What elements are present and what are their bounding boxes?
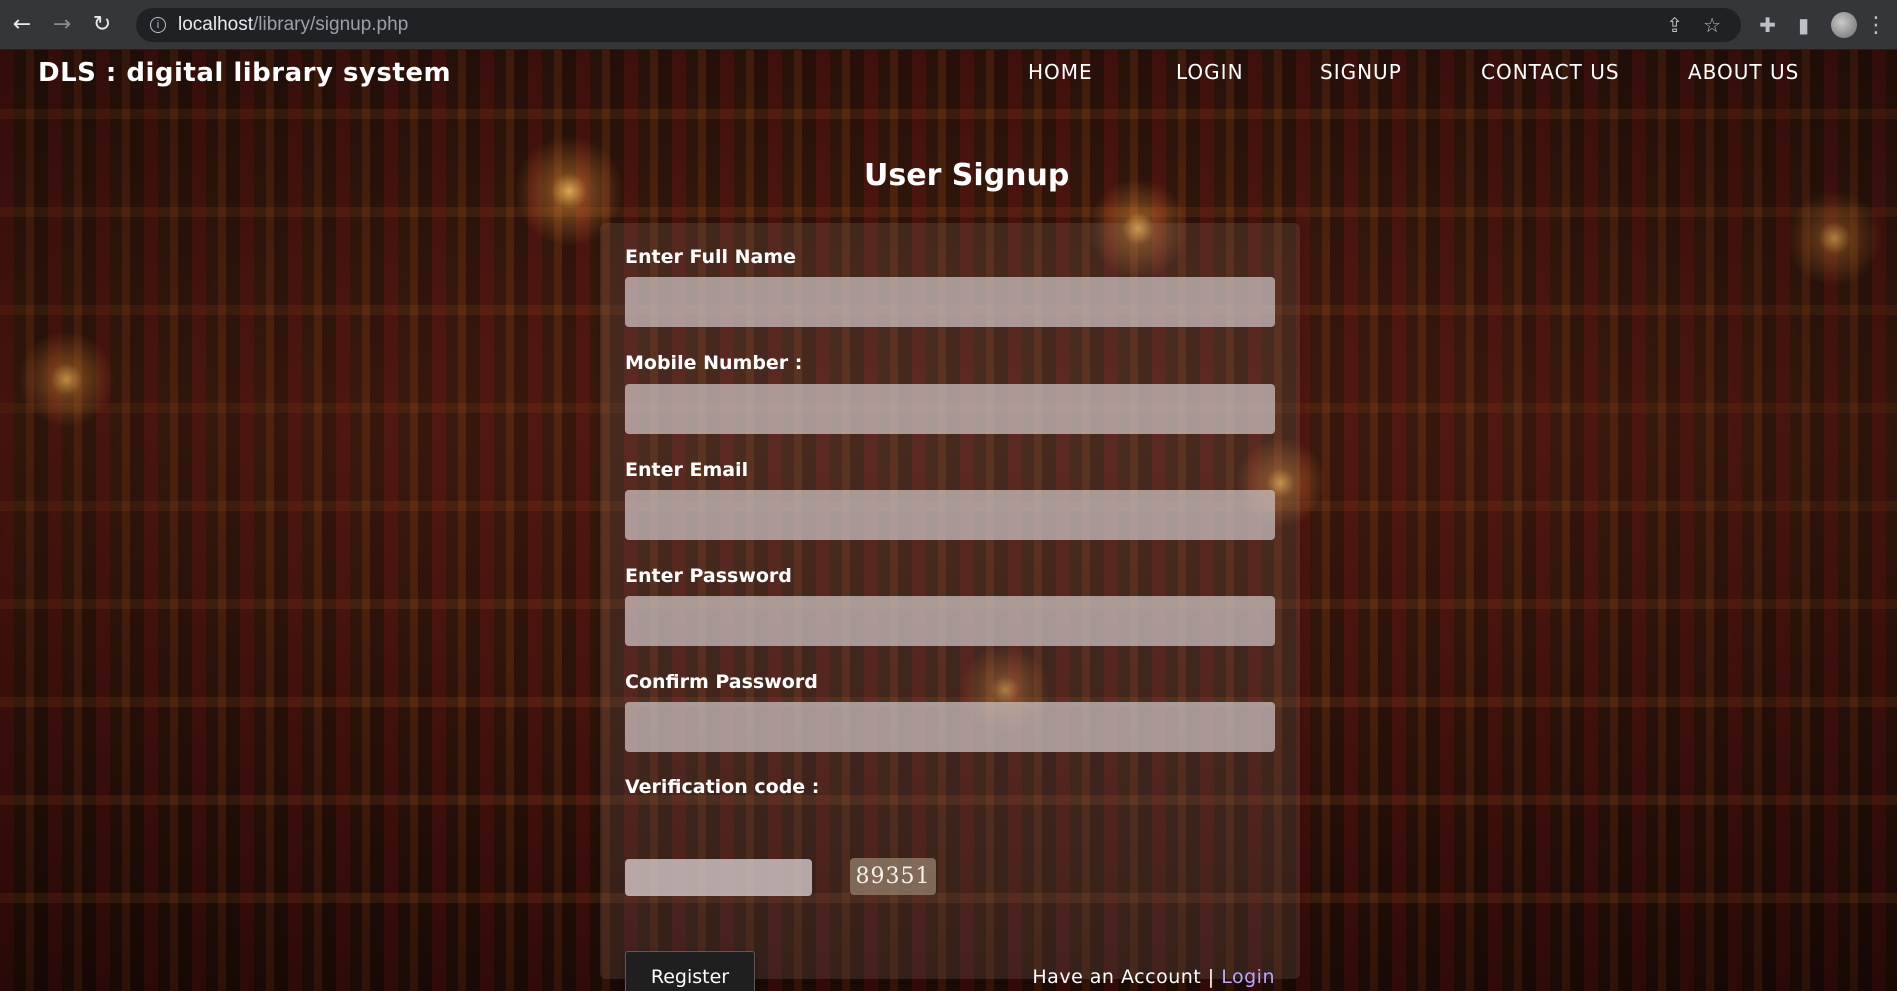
- back-icon[interactable]: ←: [4, 7, 40, 43]
- have-account-line: Have an Account | Login: [1032, 966, 1275, 988]
- url-host: localhost: [178, 14, 253, 35]
- bookmark-star-icon[interactable]: ☆: [1703, 13, 1721, 38]
- profile-avatar[interactable]: [1831, 12, 1857, 38]
- nav-home[interactable]: HOME: [1028, 60, 1093, 84]
- confirm-password-label: Confirm Password: [625, 671, 818, 693]
- email-input[interactable]: [625, 490, 1275, 540]
- extensions-icon[interactable]: ✚: [1759, 13, 1776, 37]
- nav-contact-us[interactable]: CONTACT US: [1481, 60, 1620, 84]
- signup-form: Enter Full Name Mobile Number : Enter Em…: [600, 223, 1300, 991]
- share-icon[interactable]: ⇪: [1666, 13, 1683, 38]
- side-panel-icon[interactable]: ▮: [1798, 13, 1809, 37]
- menu-icon[interactable]: ⋮: [1865, 13, 1887, 38]
- have-account-text: Have an Account |: [1032, 966, 1215, 988]
- page-title: User Signup: [864, 158, 1070, 193]
- page-background: DLS : digital library system HOME LOGIN …: [0, 50, 1897, 991]
- nav-about-us[interactable]: ABOUT US: [1688, 60, 1799, 84]
- login-link[interactable]: Login: [1221, 966, 1275, 988]
- email-label: Enter Email: [625, 459, 749, 481]
- nav-signup[interactable]: SIGNUP: [1320, 60, 1402, 84]
- full-name-label: Enter Full Name: [625, 246, 797, 268]
- url-path: /library/signup.php: [253, 14, 409, 35]
- nav-login[interactable]: LOGIN: [1176, 60, 1244, 84]
- verification-code-input[interactable]: [625, 859, 812, 896]
- site-brand: DLS : digital library system: [38, 58, 452, 88]
- site-info-icon[interactable]: i: [150, 17, 166, 33]
- full-name-input[interactable]: [625, 277, 1275, 327]
- register-button[interactable]: Register: [625, 951, 755, 991]
- browser-toolbar: ← → ↻ i localhost/library/signup.php ⇪ ☆…: [0, 0, 1897, 50]
- site-navbar: DLS : digital library system HOME LOGIN …: [0, 50, 1897, 120]
- reload-icon[interactable]: ↻: [84, 7, 120, 43]
- verification-code-display: 89351: [850, 858, 936, 895]
- mobile-number-input[interactable]: [625, 384, 1275, 434]
- address-bar[interactable]: i localhost/library/signup.php ⇪ ☆: [136, 8, 1741, 42]
- verification-code-label: Verification code :: [625, 776, 820, 798]
- confirm-password-input[interactable]: [625, 702, 1275, 752]
- password-input[interactable]: [625, 596, 1275, 646]
- forward-icon[interactable]: →: [44, 7, 80, 43]
- password-label: Enter Password: [625, 565, 792, 587]
- mobile-number-label: Mobile Number :: [625, 352, 803, 374]
